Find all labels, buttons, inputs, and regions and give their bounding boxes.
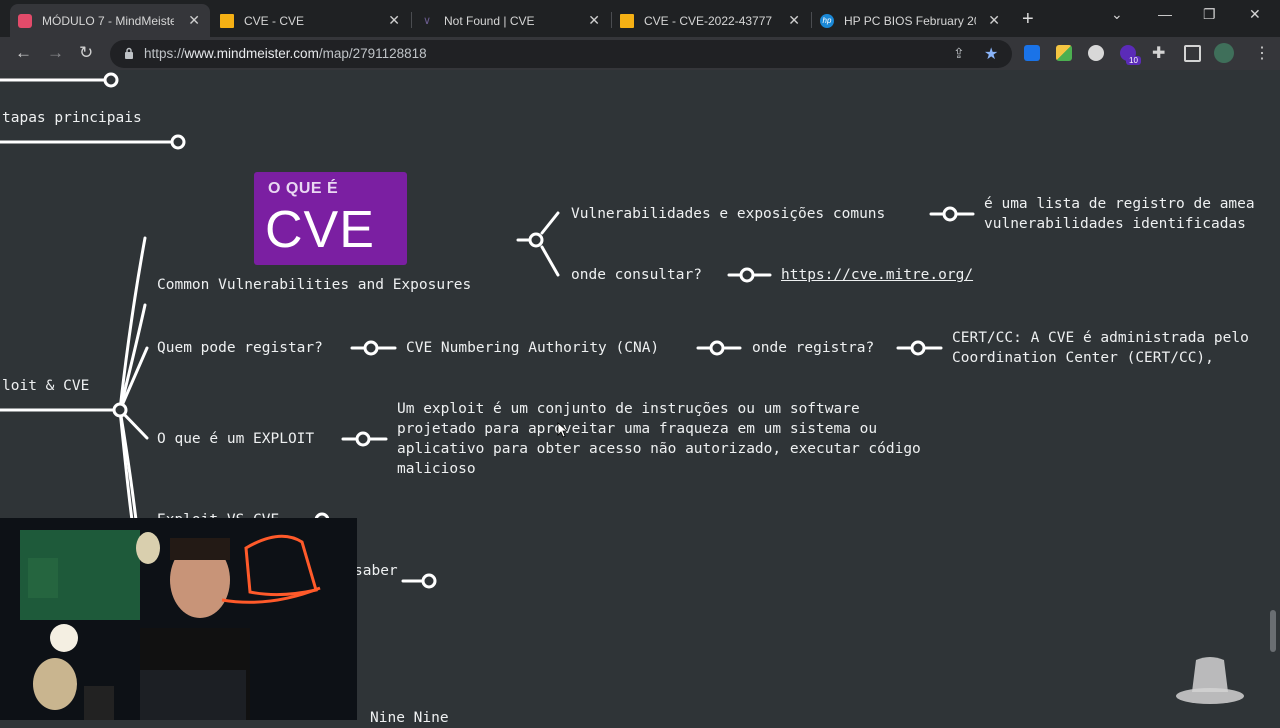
mindmeister-favicon-icon [18, 13, 32, 28]
tab-hp-bios[interactable]: hp HP PC BIOS February 202 ✕ [812, 4, 1010, 37]
download-extension-icon[interactable] [1024, 45, 1040, 61]
colorful-extension-icon[interactable] [1056, 45, 1072, 61]
circle-extension-icon[interactable] [1088, 45, 1104, 61]
tab-cve[interactable]: CVE - CVE ✕ [212, 4, 410, 37]
tab-label: CVE - CVE [244, 13, 305, 28]
tab-search-icon[interactable]: ⌄ [1111, 6, 1123, 23]
node-lista-line-1[interactable]: é uma lista de registro de amea [984, 194, 1255, 214]
extension-badge: 10 [1126, 56, 1141, 65]
cve-box-caption: O QUE É [268, 180, 339, 197]
node-etapas-principais[interactable]: tapas principais [2, 108, 142, 128]
scrollbar-thumb[interactable] [1270, 610, 1276, 652]
menu-icon[interactable]: ⋮ [1254, 43, 1270, 63]
node-exploit-definition-3[interactable]: aplicativo para obter acesso não autoriz… [397, 439, 921, 459]
node-cve-mitre-link[interactable]: https://cve.mitre.org/ [781, 265, 973, 285]
tab-label: HP PC BIOS February 202 [844, 13, 976, 28]
hp-favicon-icon: hp [820, 13, 834, 28]
webcam-video-image [0, 518, 357, 720]
cve-favicon-icon [620, 13, 634, 28]
cve-box-title: CVE [265, 201, 375, 259]
back-icon[interactable]: ← [15, 43, 32, 63]
v-favicon-icon: ∨ [422, 14, 432, 27]
tab-mindmeister[interactable]: MÓDULO 7 - MindMeister ✕ [10, 4, 210, 37]
node-quem-pode-registar[interactable]: Quem pode registar? [157, 338, 323, 358]
node-onde-consultar[interactable]: onde consultar? [571, 265, 702, 285]
url-text: https://www.mindmeister.com/map/27911288… [144, 46, 427, 61]
tab-label: Not Found | CVE [444, 13, 535, 28]
close-tab-icon[interactable]: ✕ [388, 12, 400, 29]
close-tab-icon[interactable]: ✕ [188, 12, 200, 29]
tab-label: CVE - CVE-2022-43777 [644, 13, 773, 28]
node-exploit-definition-2[interactable]: projetado para aproveitar uma fraqueza e… [397, 419, 877, 439]
node-vulnerabilidades[interactable]: Vulnerabilidades e exposições comuns [571, 204, 885, 224]
node-cert-line-1[interactable]: CERT/CC: A CVE é administrada pelo [952, 328, 1249, 348]
node-lista-line-2[interactable]: vulnerabilidades identificadas [984, 214, 1246, 234]
node-cna[interactable]: CVE Numbering Authority (CNA) [406, 338, 659, 358]
close-window-icon[interactable]: ✕ [1249, 6, 1261, 23]
node-common-vulnerabilities[interactable]: Common Vulnerabilities and Exposures [157, 275, 471, 295]
avatar[interactable] [1214, 43, 1234, 63]
node-exploit-cve[interactable]: loit & CVE [2, 376, 89, 396]
forward-icon[interactable]: → [47, 43, 64, 63]
webcam-overlay [0, 518, 357, 720]
node-o-que-e-exploit[interactable]: O que é um EXPLOIT [157, 429, 314, 449]
puzzle-icon[interactable]: ✚ [1152, 43, 1165, 63]
node-exploit-definition-1[interactable]: Um exploit é um conjunto de instruções o… [397, 399, 860, 419]
lock-icon [125, 47, 133, 59]
close-tab-icon[interactable]: ✕ [988, 12, 1000, 29]
share-icon[interactable]: ⇪ [953, 45, 965, 62]
close-tab-icon[interactable]: ✕ [588, 12, 600, 29]
new-tab-icon[interactable]: + [1022, 8, 1034, 31]
tab-not-found[interactable]: ∨ Not Found | CVE ✕ [412, 4, 610, 37]
tab-label: MÓDULO 7 - MindMeister [42, 13, 174, 28]
tab-cve-2022[interactable]: CVE - CVE-2022-43777 ✕ [612, 4, 810, 37]
side-panel-icon[interactable] [1184, 45, 1201, 62]
bookmark-star-icon[interactable]: ★ [984, 44, 998, 64]
tab-strip: MÓDULO 7 - MindMeister ✕ CVE - CVE ✕ ∨ N… [0, 0, 1280, 37]
browser-toolbar: ← → ↻ https://www.mindmeister.com/map/27… [0, 37, 1280, 70]
node-exploit-definition-4[interactable]: malicioso [397, 459, 476, 479]
node-saber[interactable]: saber [354, 561, 398, 581]
node-onde-registra[interactable]: onde registra? [752, 338, 874, 358]
node-nine-nine[interactable]: Nine Nine [370, 708, 449, 728]
reload-icon[interactable]: ↻ [79, 43, 93, 63]
minimize-icon[interactable]: — [1158, 6, 1172, 22]
cursor-icon [557, 422, 567, 438]
cve-image-node[interactable]: O QUE É CVE [254, 172, 407, 265]
close-tab-icon[interactable]: ✕ [788, 12, 800, 29]
hat-logo-icon [1176, 657, 1244, 704]
cve-favicon-icon [220, 13, 234, 28]
address-bar[interactable]: https://www.mindmeister.com/map/27911288… [110, 40, 1012, 68]
restore-icon[interactable]: ❐ [1203, 6, 1216, 23]
node-cert-line-2[interactable]: Coordination Center (CERT/CC), [952, 348, 1214, 368]
